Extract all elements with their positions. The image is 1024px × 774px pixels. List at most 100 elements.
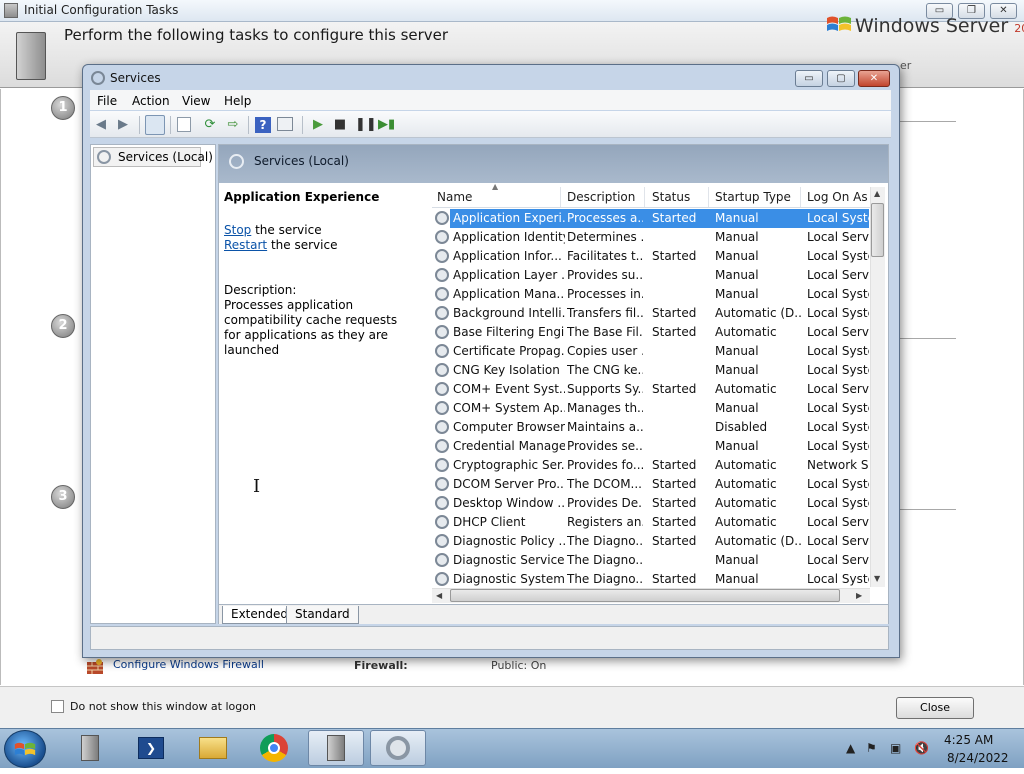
service-logon-cell: Local Syste... <box>807 496 869 510</box>
column-name[interactable]: Name <box>437 190 472 204</box>
configure-firewall-link[interactable]: Configure Windows Firewall <box>113 658 264 671</box>
back-arrow-icon[interactable]: ◀ <box>93 117 109 133</box>
restart-service-line: Restart the service <box>224 238 420 253</box>
service-description-cell: Provides De... <box>567 496 643 510</box>
service-gear-icon <box>435 211 449 225</box>
table-row[interactable]: Diagnostic Policy ... The Diagno... Starte… <box>432 532 869 551</box>
horizontal-scroll-thumb[interactable] <box>450 589 840 602</box>
volume-muted-icon[interactable]: 🔇 <box>914 741 929 755</box>
refresh-icon[interactable]: ⟳ <box>202 117 218 133</box>
windows-flag-icon <box>826 14 852 36</box>
menu-action[interactable]: Action <box>132 94 170 108</box>
services-maximize-button[interactable]: ▢ <box>827 70 855 87</box>
table-row[interactable]: COM+ System Ap... Manages th... Manual Loca… <box>432 399 869 418</box>
start-service-icon[interactable]: ▶ <box>310 117 326 133</box>
service-logon-cell: Local Syste... <box>807 287 869 301</box>
service-gear-icon <box>435 230 449 244</box>
service-logon-cell: Local Syste... <box>807 420 869 434</box>
scroll-left-arrow-icon[interactable]: ◀ <box>436 591 442 600</box>
table-row[interactable]: CNG Key Isolation The CNG ke... Manual Loca… <box>432 361 869 380</box>
service-description-cell: Processes in... <box>567 287 643 301</box>
help-icon[interactable]: ? <box>255 117 271 133</box>
toolbar-separator <box>170 116 171 134</box>
service-startup-cell: Manual <box>715 230 759 244</box>
firewall-value: Public: On <box>491 659 547 672</box>
table-row[interactable]: COM+ Event Syst... Supports Sy... Started A… <box>432 380 869 399</box>
column-divider[interactable] <box>644 187 645 207</box>
service-name-cell: DCOM Server Pro... <box>453 477 565 491</box>
close-button[interactable]: Close <box>896 697 974 719</box>
table-row[interactable]: DHCP Client Registers an... Started Automat… <box>432 513 869 532</box>
table-row[interactable]: Credential Manager Provides se... Manual Lo… <box>432 437 869 456</box>
service-startup-cell: Automatic (D... <box>715 534 801 548</box>
step-2-badge: 2 <box>51 314 75 338</box>
table-row[interactable]: Application Layer ... Provides su... Manua… <box>432 266 869 285</box>
column-status[interactable]: Status <box>652 190 690 204</box>
scroll-down-arrow-icon[interactable]: ▼ <box>874 574 880 583</box>
show-hidden-icons-icon[interactable]: ▲ <box>846 741 855 755</box>
table-row[interactable]: Background Intelli... Transfers fil... Sta… <box>432 304 869 323</box>
menu-file[interactable]: File <box>97 94 117 108</box>
services-titlebar[interactable] <box>84 66 898 90</box>
vertical-scroll-thumb[interactable] <box>871 203 884 257</box>
taskbar-server-manager[interactable] <box>62 730 118 766</box>
restart-service-link[interactable]: Restart <box>224 238 267 252</box>
restart-service-icon[interactable]: ▶▮ <box>378 117 395 133</box>
table-row[interactable]: Application Mana...Processes in... Manual… <box>432 285 869 304</box>
show-tree-icon[interactable] <box>145 115 165 135</box>
service-name-cell: Credential Manager <box>453 439 565 453</box>
column-description[interactable]: Description <box>567 190 635 204</box>
clock-date[interactable]: 8/24/2022 <box>947 751 1009 765</box>
export-list-icon[interactable]: ⇨ <box>225 117 241 133</box>
service-status-cell: Started <box>652 211 697 225</box>
service-name-cell: Desktop Window ... <box>453 496 565 510</box>
console-tree-icon[interactable] <box>277 117 293 131</box>
network-icon[interactable]: ▣ <box>890 741 901 755</box>
table-row[interactable]: Diagnostic System... The Diagno... Started… <box>432 570 869 589</box>
clock-time[interactable]: 4:25 AM <box>944 733 993 747</box>
column-startup-type[interactable]: Startup Type <box>715 190 791 204</box>
column-log-on-as[interactable]: Log On As <box>807 190 868 204</box>
logon-checkbox[interactable] <box>51 700 64 713</box>
stop-service-icon[interactable]: ■ <box>332 117 348 133</box>
service-description-cell: Manages th... <box>567 401 643 415</box>
taskbar-explorer[interactable] <box>185 730 241 766</box>
table-row[interactable]: Application Experi... Processes a... Start… <box>432 209 869 228</box>
stop-service-link[interactable]: Stop <box>224 223 251 237</box>
taskbar-config-tasks[interactable] <box>308 730 364 766</box>
menu-view[interactable]: View <box>182 94 210 108</box>
table-row[interactable]: Cryptographic Ser... Provides fo... Starte… <box>432 456 869 475</box>
service-name-cell: COM+ Event Syst... <box>453 382 565 396</box>
scroll-up-arrow-icon[interactable]: ▲ <box>874 189 880 198</box>
action-center-flag-icon[interactable]: ⚑ <box>866 741 877 755</box>
forward-arrow-icon[interactable]: ▶ <box>115 117 131 133</box>
pause-service-icon[interactable]: ❚❚ <box>355 117 377 133</box>
column-divider[interactable] <box>708 187 709 207</box>
service-description-cell: Registers an... <box>567 515 643 529</box>
service-logon-cell: Local Syste... <box>807 306 869 320</box>
services-minimize-button[interactable]: ▭ <box>795 70 823 87</box>
service-status-cell: Started <box>652 572 697 586</box>
column-divider[interactable] <box>800 187 801 207</box>
menu-help[interactable]: Help <box>224 94 251 108</box>
services-close-button[interactable]: ✕ <box>858 70 890 87</box>
table-row[interactable]: Base Filtering Engi... The Base Fil... Sta… <box>432 323 869 342</box>
table-row[interactable]: Application IdentityDetermines ... Manual… <box>432 228 869 247</box>
properties-icon[interactable] <box>177 117 191 132</box>
toolbar-separator <box>248 116 249 134</box>
taskbar-services[interactable] <box>370 730 426 766</box>
table-row[interactable]: Computer Browser Maintains a... Disabled Lo… <box>432 418 869 437</box>
column-divider[interactable] <box>560 187 561 207</box>
table-row[interactable]: DCOM Server Pro... The DCOM... Started Auto… <box>432 475 869 494</box>
table-row[interactable]: Application Infor... Facilitates t... Star… <box>432 247 869 266</box>
taskbar-chrome[interactable] <box>246 730 302 766</box>
scroll-right-arrow-icon[interactable]: ▶ <box>856 591 862 600</box>
taskbar-powershell[interactable]: ❯ <box>123 730 179 766</box>
table-row[interactable]: Diagnostic Service... The Diagno... Manual… <box>432 551 869 570</box>
tab-standard[interactable]: Standard <box>286 606 359 624</box>
start-button[interactable] <box>4 730 46 768</box>
logo-subtitle-fragment: er <box>900 59 912 72</box>
table-row[interactable]: Certificate Propag...Copies user ... Manu… <box>432 342 869 361</box>
ict-window-title: Initial Configuration Tasks <box>24 3 179 17</box>
table-row[interactable]: Desktop Window ... Provides De... Started A… <box>432 494 869 513</box>
